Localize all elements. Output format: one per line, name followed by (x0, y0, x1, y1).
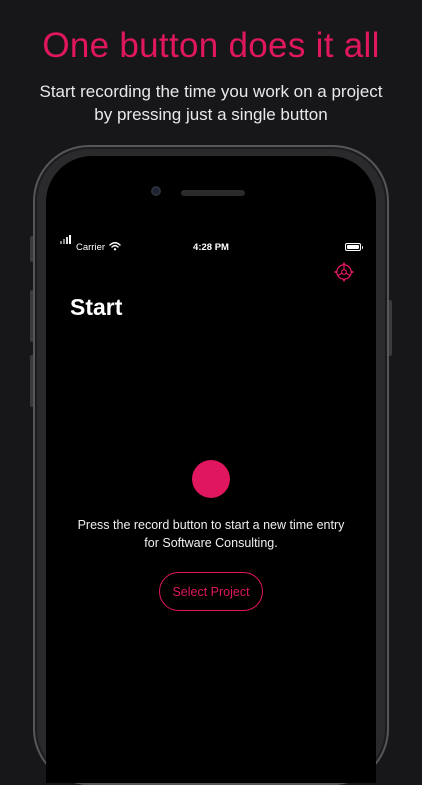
record-hint-line2: for Software Consulting. (144, 536, 278, 550)
promo-headline: One button does it all (42, 26, 380, 65)
app-screen: Carrier 4:28 PM Start Press the record b… (49, 232, 373, 750)
promo-subline: Start recording the time you work on a p… (0, 80, 422, 126)
status-time: 4:28 PM (193, 242, 229, 253)
page-title: Start (70, 294, 123, 320)
record-hint: Press the record button to start a new t… (49, 516, 373, 552)
select-project-button[interactable]: Select Project (159, 572, 263, 611)
promo-background: One button does it all Start recording t… (0, 0, 422, 785)
earpiece-speaker (181, 190, 245, 196)
promo-subline-line1: Start recording the time you work on a p… (39, 82, 383, 101)
record-hint-line1: Press the record button to start a new t… (77, 518, 345, 532)
front-camera (151, 186, 161, 196)
battery-icon (345, 243, 363, 251)
record-button[interactable] (192, 460, 230, 498)
gear-icon[interactable] (334, 262, 354, 282)
promo-subline-line2: by pressing just a single button (94, 105, 328, 124)
status-bar: Carrier 4:28 PM (49, 235, 373, 254)
